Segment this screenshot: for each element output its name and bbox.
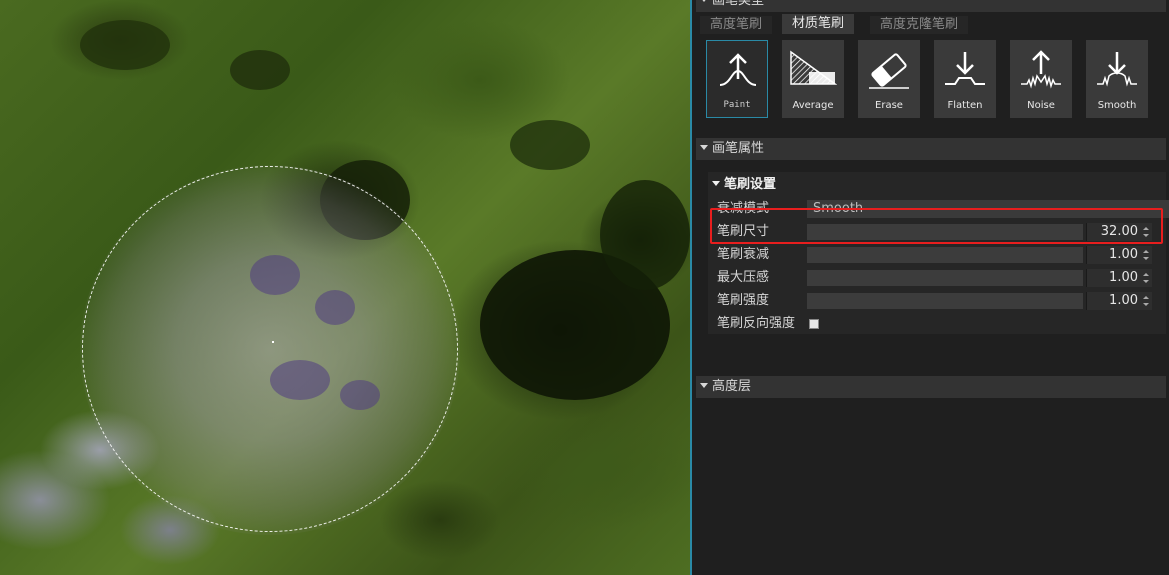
flatten-brush-icon	[945, 52, 985, 85]
max-pressure-label: 最大压感	[717, 270, 770, 285]
paint-brush-icon	[719, 53, 757, 86]
max-pressure-row: 最大压感 1.00	[716, 268, 1166, 288]
brush-settings-header[interactable]: 笔刷设置	[710, 175, 776, 195]
terrain-shadow	[510, 120, 590, 170]
collapse-triangle-icon	[712, 181, 720, 186]
brush-strength-slider[interactable]	[807, 293, 1083, 309]
collapse-triangle-icon	[700, 383, 708, 388]
tool-erase-button[interactable]: Erase	[858, 40, 920, 118]
brush-properties-header[interactable]: 画笔属性	[696, 138, 1166, 160]
brush-strength-label: 笔刷强度	[717, 293, 770, 308]
terrain-shadow	[600, 180, 690, 290]
max-pressure-slider[interactable]	[807, 270, 1083, 286]
noise-brush-icon	[1021, 50, 1061, 89]
brush-cursor-circle	[82, 166, 458, 532]
tab-height-brush[interactable]: 高度笔刷	[700, 16, 773, 34]
tool-erase-label: Erase	[875, 100, 903, 111]
brush-type-header[interactable]: 画笔类型	[696, 0, 1166, 12]
tool-smooth-button[interactable]: Smooth	[1086, 40, 1148, 118]
tool-noise-button[interactable]: Noise	[1010, 40, 1072, 118]
brush-falloff-slider[interactable]	[807, 247, 1083, 263]
tool-paint-label: Paint	[723, 100, 751, 110]
brush-falloff-field[interactable]: 1.00	[1086, 246, 1152, 264]
invert-strength-label: 笔刷反向强度	[717, 316, 796, 331]
brush-type-header-label: 画笔类型	[712, 0, 765, 8]
brush-cursor-center	[272, 341, 274, 343]
brush-falloff-label: 笔刷衰减	[717, 247, 770, 262]
tool-flatten-label: Flatten	[947, 100, 983, 111]
tab-height-clone-brush[interactable]: 高度克隆笔刷	[870, 16, 969, 34]
smooth-brush-icon	[1097, 52, 1137, 87]
tool-average-label: Average	[792, 100, 834, 111]
tool-noise-label: Noise	[1027, 100, 1055, 111]
brush-tabs: 高度笔刷 材质笔刷 高度克隆笔刷	[696, 14, 1166, 34]
brush-strength-row: 笔刷强度 1.00	[716, 291, 1166, 311]
invert-strength-checkbox[interactable]	[809, 319, 819, 329]
tab-material-brush[interactable]: 材质笔刷	[782, 14, 855, 34]
brush-falloff-value: 1.00	[1109, 247, 1138, 262]
tool-flatten-button[interactable]: Flatten	[934, 40, 996, 118]
collapse-triangle-icon	[700, 0, 708, 2]
tool-average-button[interactable]: Average	[782, 40, 844, 118]
brush-panel: 画笔类型 高度笔刷 材质笔刷 高度克隆笔刷 Paint Average Eras…	[692, 0, 1169, 575]
terrain-shadow	[80, 20, 170, 70]
brush-settings-section: 笔刷设置 衰减模式 Smooth 笔刷尺寸 32.00 笔刷衰减 1.00 最大…	[708, 172, 1169, 334]
brush-size-highlight	[710, 208, 1163, 244]
terrain-viewport[interactable]	[0, 0, 690, 575]
brush-strength-field[interactable]: 1.00	[1086, 292, 1152, 310]
height-layer-label: 高度层	[712, 379, 752, 394]
max-pressure-value: 1.00	[1109, 270, 1138, 285]
eraser-icon	[869, 53, 909, 89]
tool-paint-button[interactable]: Paint	[706, 40, 768, 118]
brush-falloff-spinner[interactable]	[1141, 247, 1151, 263]
invert-strength-row: 笔刷反向强度	[716, 314, 1166, 334]
height-layer-header[interactable]: 高度层	[696, 376, 1166, 398]
brush-strength-value: 1.00	[1109, 293, 1138, 308]
brush-falloff-row: 笔刷衰减 1.00	[716, 245, 1166, 265]
tool-smooth-label: Smooth	[1097, 100, 1137, 111]
brush-properties-label: 画笔属性	[712, 141, 765, 156]
brush-settings-title: 笔刷设置	[724, 177, 777, 192]
brush-strength-spinner[interactable]	[1141, 293, 1151, 309]
terrain-shadow	[230, 50, 290, 90]
collapse-triangle-icon	[700, 145, 708, 150]
max-pressure-field[interactable]: 1.00	[1086, 269, 1152, 287]
average-brush-icon	[790, 50, 837, 85]
max-pressure-spinner[interactable]	[1141, 270, 1151, 286]
